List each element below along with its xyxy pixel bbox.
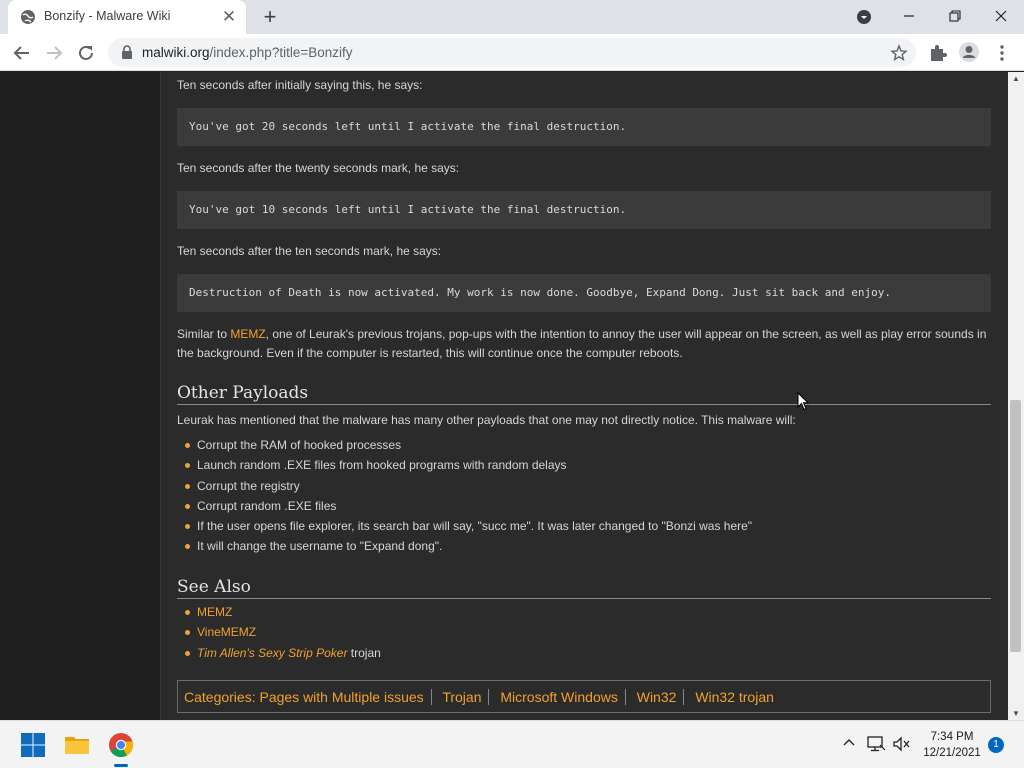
file-explorer-icon[interactable] <box>64 732 90 758</box>
list-item: Corrupt the RAM of hooked processes <box>181 435 981 455</box>
code-block: You've got 20 seconds left until I activ… <box>177 108 991 146</box>
bullet <box>185 630 190 636</box>
kebab-menu-icon[interactable] <box>996 43 1008 63</box>
payload-list: Corrupt the RAM of hooked processes Laun… <box>181 435 981 557</box>
vertical-scrollbar[interactable]: ▲ ▼ <box>1008 72 1024 720</box>
windows-start-icon[interactable] <box>20 732 46 758</box>
clock-date: 12/21/2021 <box>923 747 981 759</box>
separator <box>488 689 490 705</box>
paragraph: Ten seconds after the ten seconds mark, … <box>177 244 442 258</box>
list-item: Corrupt the registry <box>181 476 981 496</box>
paragraph: Ten seconds after initially saying this,… <box>177 78 423 92</box>
bullet <box>185 524 190 530</box>
list-item-text: It will change the username to "Expand d… <box>197 539 443 554</box>
scroll-down-arrow-icon[interactable]: ▼ <box>1012 709 1020 718</box>
list-item: If the user opens file explorer, its sea… <box>181 516 981 536</box>
restore-icon[interactable] <box>940 4 970 28</box>
bullet <box>185 463 190 469</box>
list-item: Corrupt random .EXE files <box>181 496 981 516</box>
list-item-text: If the user opens file explorer, its sea… <box>197 519 753 534</box>
list-item-text: Corrupt the RAM of hooked processes <box>197 438 402 452</box>
mouse-cursor-icon <box>797 392 809 411</box>
bookmark-star-icon[interactable] <box>890 44 908 62</box>
separator <box>683 689 685 705</box>
browser-toolbar: malwiki.org/index.php?title=Bonzify <box>0 34 1024 71</box>
close-window-icon[interactable] <box>986 4 1016 28</box>
notification-badge[interactable]: 1 <box>988 737 1004 753</box>
category-link[interactable]: Win32 <box>637 689 677 705</box>
windows-taskbar: 7:34 PM 12/21/2021 1 <box>0 720 1024 768</box>
page-viewport: Ten seconds after initially saying this,… <box>0 72 1008 720</box>
bullet <box>185 650 190 656</box>
memz-link[interactable]: MEMZ <box>197 605 232 619</box>
code-block: You've got 10 seconds left until I activ… <box>177 191 991 229</box>
minimize-icon[interactable] <box>894 4 924 28</box>
globe-icon <box>21 10 35 24</box>
text: Similar to <box>177 327 231 341</box>
text: , one of Leurak's previous trojans, pop-… <box>177 327 987 360</box>
separator <box>624 689 626 705</box>
clock[interactable]: 7:34 PM 12/21/2021 <box>920 729 984 761</box>
lock-icon[interactable] <box>120 45 134 60</box>
list-item: MEMZ <box>181 602 981 622</box>
article-content: Ten seconds after initially saying this,… <box>161 72 1008 720</box>
new-tab-button[interactable]: + <box>258 6 282 30</box>
list-item: VineMEMZ <box>181 622 981 642</box>
clock-time: 7:34 PM <box>930 731 974 743</box>
list-item: It will change the username to "Expand d… <box>181 536 981 556</box>
list-item: Launch random .EXE files from hooked pro… <box>181 455 981 475</box>
url-path: /index.php?title=Bonzify <box>209 45 353 60</box>
scroll-up-arrow-icon[interactable]: ▲ <box>1012 74 1020 83</box>
category-link[interactable]: Win32 trojan <box>695 689 774 705</box>
category-link[interactable]: Trojan <box>442 689 481 705</box>
volume-muted-icon[interactable] <box>893 736 911 752</box>
active-app-indicator <box>114 764 128 767</box>
left-sidebar <box>0 72 161 720</box>
see-also-list: MEMZ VineMEMZ Tim Allen's Sexy Strip Pok… <box>181 602 981 663</box>
list-item-text: trojan <box>347 645 381 660</box>
category-link[interactable]: Pages with Multiple issues <box>259 689 423 705</box>
list-item-text: Corrupt the registry <box>197 478 300 493</box>
list-item: Tim Allen's Sexy Strip Poker trojan <box>181 643 981 663</box>
bullet <box>185 610 190 615</box>
bullet <box>185 503 190 509</box>
vinememz-link[interactable]: VineMEMZ <box>197 625 256 639</box>
category-links: Categories: Pages with Multiple issues T… <box>177 680 991 713</box>
address-bar[interactable]: malwiki.org/index.php?title=Bonzify <box>108 38 916 67</box>
bullet <box>185 483 190 489</box>
url-text: malwiki.org/index.php?title=Bonzify <box>142 45 353 60</box>
extensions-puzzle-icon[interactable] <box>928 43 948 63</box>
list-item-text: Launch random .EXE files from hooked pro… <box>197 458 567 473</box>
network-icon[interactable] <box>866 735 886 753</box>
tab-strip: Bonzify - Malware Wiki ✕ + <box>0 0 1024 34</box>
bullet <box>185 544 190 550</box>
url-host: malwiki.org <box>142 45 210 60</box>
scrollbar-thumb[interactable] <box>1010 400 1021 652</box>
tab-title: Bonzify - Malware Wiki <box>44 9 171 23</box>
bullet <box>185 443 190 448</box>
paragraph: Similar to MEMZ, one of Leurak's previou… <box>177 325 991 363</box>
memz-link[interactable]: MEMZ <box>230 327 265 341</box>
list-item-text: Corrupt random .EXE files <box>197 498 337 513</box>
section-heading-other-payloads: Other Payloads <box>177 383 991 405</box>
tab-close-icon[interactable]: ✕ <box>220 8 238 26</box>
separator <box>430 689 432 705</box>
strip-poker-link[interactable]: Tim Allen's Sexy Strip Poker <box>197 646 347 660</box>
paragraph: Leurak has mentioned that the malware ha… <box>177 413 796 427</box>
category-link[interactable]: Microsoft Windows <box>500 689 617 705</box>
forward-arrow-icon[interactable] <box>42 41 66 65</box>
chevron-up-icon[interactable] <box>842 736 856 750</box>
reload-icon[interactable] <box>74 41 98 65</box>
browser-tab[interactable]: Bonzify - Malware Wiki ✕ <box>8 0 246 34</box>
back-arrow-icon[interactable] <box>10 41 34 65</box>
chrome-icon[interactable] <box>108 732 134 758</box>
code-block: Destruction of Death is now activated. M… <box>177 274 991 312</box>
paragraph: Ten seconds after the twenty seconds mar… <box>177 161 460 175</box>
section-heading-see-also: See Also <box>177 577 991 599</box>
categories-label-link[interactable]: Categories <box>184 689 252 705</box>
tab-search-icon[interactable] <box>856 9 872 25</box>
profile-avatar-icon[interactable] <box>958 41 980 63</box>
